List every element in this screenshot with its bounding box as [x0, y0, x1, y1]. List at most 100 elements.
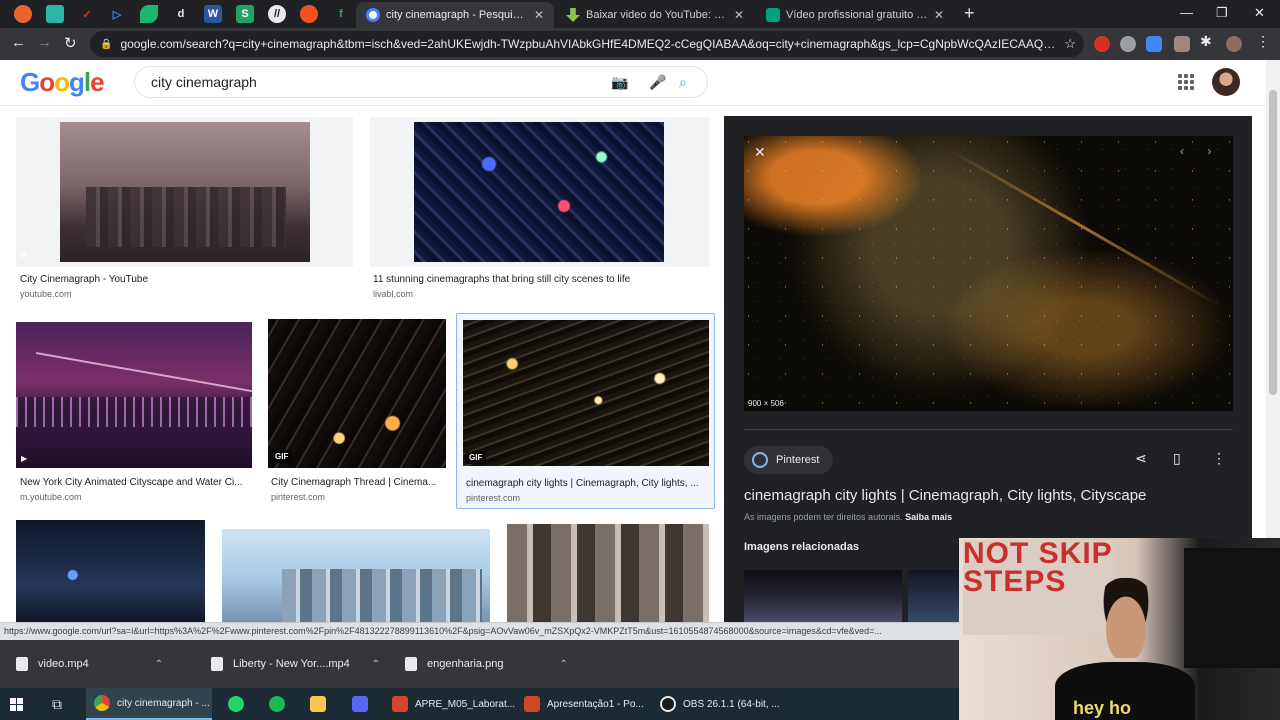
download-item[interactable]: Liberty - New Yor....mp4 ⌃ — [211, 652, 381, 676]
pinned-tab-slash[interactable]: // — [268, 5, 286, 23]
video-file-icon — [16, 657, 28, 671]
search-input[interactable] — [151, 74, 591, 90]
taskbar-spotify[interactable] — [269, 688, 292, 720]
tab-google-search[interactable]: city cinemagraph - Pesquisa Goo ✕ — [356, 2, 554, 28]
result-card-selected[interactable]: GIF cinemagraph city lights | Cinemagrap… — [456, 313, 715, 509]
camera-icon[interactable]: 📷 — [611, 74, 628, 91]
source-chip[interactable]: Pinterest — [744, 446, 834, 474]
chevron-up-icon[interactable]: ⌃ — [559, 659, 567, 670]
preview-nav-arrows[interactable]: ‹ › — [1180, 144, 1221, 158]
back-icon[interactable]: ← — [11, 34, 26, 51]
chevron-up-icon[interactable]: ⌃ — [372, 659, 380, 670]
pinned-tab-play[interactable]: ▷ — [108, 5, 126, 23]
search-box[interactable]: 📷 🎤 ⌕ — [134, 66, 708, 98]
pinned-tab-leaf[interactable] — [140, 5, 158, 23]
play-icon: ▶ — [21, 454, 28, 463]
result-title[interactable]: New York City Animated Cityscape and Wat… — [20, 477, 252, 488]
result-card[interactable]: ▶ City Cinemagraph - YouTube youtube.com — [16, 117, 353, 307]
result-card[interactable]: 11 stunning cinemagraphs that bring stil… — [370, 117, 709, 307]
address-bar[interactable]: 🔒 google.com/search?q=city+cinemagraph&t… — [90, 31, 1084, 57]
share-icon[interactable]: ⋖ — [1135, 450, 1147, 467]
account-avatar[interactable] — [1212, 68, 1240, 96]
reload-icon[interactable]: ↻ — [64, 34, 77, 52]
menu-dots-icon[interactable]: ⋮ — [1256, 33, 1272, 49]
new-tab-button[interactable]: + — [964, 3, 975, 24]
forward-icon[interactable]: → — [37, 34, 52, 51]
puzzle-icon[interactable]: ✱ — [1200, 33, 1216, 49]
result-source[interactable]: m.youtube.com — [20, 492, 82, 502]
more-options-icon[interactable]: ⋮ — [1212, 450, 1226, 467]
bookmark-icon[interactable]: ▯ — [1173, 450, 1181, 467]
related-image-thumbnail[interactable] — [744, 570, 902, 622]
whatsapp-icon — [228, 696, 244, 712]
image-file-icon — [405, 657, 417, 671]
apps-grid-icon[interactable] — [1178, 74, 1194, 90]
close-icon[interactable]: ✕ — [734, 8, 744, 22]
learn-more-link[interactable]: Saiba mais — [905, 512, 952, 522]
taskbar-explorer[interactable] — [310, 688, 333, 720]
tab-pexels-video[interactable]: Vídeo profissional gratuito de aé ✕ — [756, 2, 954, 28]
tab-title: Vídeo profissional gratuito de aé — [786, 9, 928, 21]
download-item[interactable]: engenharia.png ⌃ — [405, 652, 575, 676]
pinned-tab-messenger[interactable] — [46, 5, 64, 23]
result-source[interactable]: livabl.com — [373, 289, 413, 299]
tab-youtube-download[interactable]: Baixar video do YouTube: Downlo ✕ — [556, 2, 754, 28]
taskbar-powerpoint-1[interactable]: APRE_M05_Laborat... — [384, 688, 515, 720]
close-icon[interactable]: ✕ — [534, 8, 544, 22]
person: hey ho — [1055, 578, 1195, 720]
pinned-tab-word[interactable]: W — [204, 5, 222, 23]
google-logo[interactable]: Google — [20, 67, 105, 98]
result-thumbnail[interactable] — [507, 524, 709, 622]
google-favicon-icon — [366, 8, 380, 22]
extension-gray-icon[interactable] — [1120, 36, 1136, 52]
taskbar-obs[interactable]: OBS 26.1.1 (64-bit, ... — [652, 688, 780, 720]
result-source[interactable]: pinterest.com — [271, 492, 325, 502]
taskbar-powerpoint-2[interactable]: Apresentação1 - Po... — [516, 688, 646, 720]
chevron-up-icon[interactable]: ⌃ — [155, 659, 163, 670]
task-view-icon[interactable]: ⧉ — [52, 688, 62, 720]
pinned-tab-orange[interactable] — [300, 5, 318, 23]
result-source[interactable]: youtube.com — [20, 289, 72, 299]
result-title[interactable]: City Cinemagraph Thread | Cinema... — [271, 477, 446, 488]
download-item[interactable]: video.mp4 ⌃ — [16, 652, 186, 676]
microphone-icon[interactable]: 🎤 — [649, 74, 666, 91]
maximize-button[interactable]: ❐ — [1216, 5, 1228, 21]
download-filename: engenharia.png — [427, 658, 504, 670]
close-icon[interactable]: ✕ — [754, 144, 766, 161]
result-title[interactable]: cinemagraph city lights | Cinemagraph, C… — [466, 478, 708, 489]
preview-image[interactable] — [744, 136, 1233, 411]
profile-avatar[interactable] — [1226, 36, 1242, 52]
taskbar-discord[interactable] — [352, 688, 375, 720]
result-card[interactable]: ▶ New York City Animated Cityscape and W… — [16, 319, 252, 509]
extension-blue-icon[interactable] — [1146, 36, 1162, 52]
result-thumbnail[interactable] — [16, 117, 353, 267]
preview-title[interactable]: cinemagraph city lights | Cinemagraph, C… — [744, 487, 1146, 504]
result-thumbnail[interactable] — [463, 320, 709, 466]
related-image-thumbnail[interactable] — [908, 570, 960, 622]
result-thumbnail[interactable] — [16, 322, 252, 468]
bookmark-star-icon[interactable]: ☆ — [1064, 36, 1076, 52]
pinned-tab-sheet[interactable]: S — [236, 5, 254, 23]
pinned-tab-d[interactable]: d — [172, 5, 190, 23]
close-window-button[interactable]: ✕ — [1254, 5, 1265, 21]
start-button[interactable] — [10, 688, 32, 720]
result-thumbnail[interactable] — [370, 117, 709, 267]
result-thumbnail[interactable] — [268, 319, 446, 468]
extension-avatar-icon[interactable] — [1174, 36, 1190, 52]
pinned-tab-check[interactable]: ✓ — [78, 5, 96, 23]
search-icon[interactable]: ⌕ — [679, 74, 687, 91]
result-thumbnail[interactable] — [222, 529, 490, 622]
extension-red-icon[interactable] — [1094, 36, 1110, 52]
result-thumbnail[interactable] — [16, 520, 205, 622]
taskbar-chrome[interactable]: city cinemagraph - ... — [86, 688, 212, 720]
result-card[interactable]: GIF City Cinemagraph Thread | Cinema... … — [268, 319, 446, 509]
result-title[interactable]: 11 stunning cinemagraphs that bring stil… — [373, 274, 709, 285]
close-icon[interactable]: ✕ — [934, 8, 944, 22]
result-title[interactable]: City Cinemagraph - YouTube — [20, 274, 350, 285]
scrollbar-thumb[interactable] — [1269, 90, 1277, 395]
minimize-button[interactable]: — — [1180, 5, 1193, 20]
pinned-tab-firefox[interactable] — [14, 5, 32, 23]
taskbar-whatsapp[interactable] — [228, 688, 251, 720]
result-source[interactable]: pinterest.com — [466, 493, 520, 503]
pinned-tab-f[interactable]: f — [332, 5, 350, 23]
